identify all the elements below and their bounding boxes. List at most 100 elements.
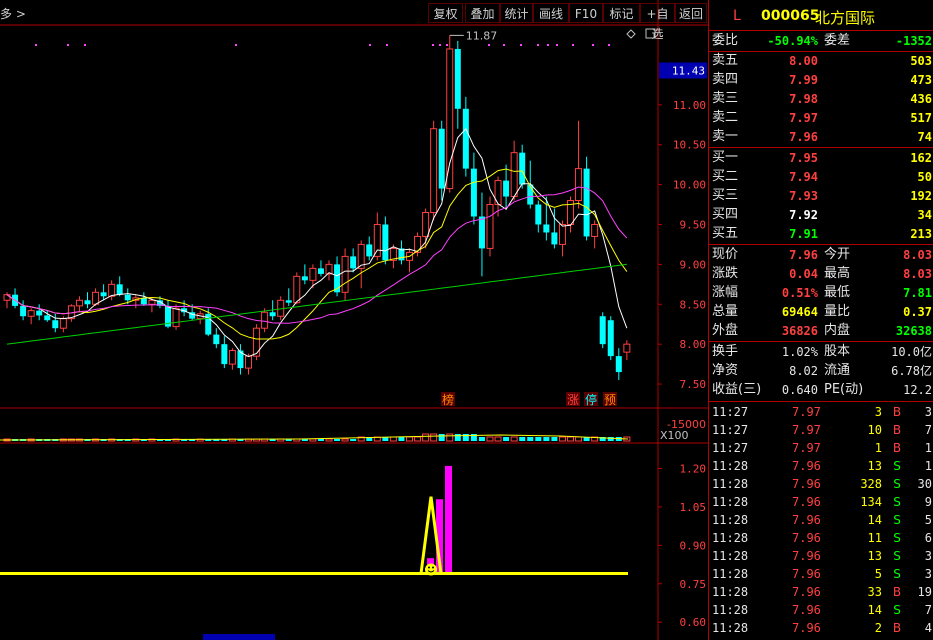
kline-chart[interactable]: 11.00 10.50 10.00 9.50 9.00 8.50 8.00 7.50 11.43… bbox=[0, 0, 708, 640]
tick-volume: 14 bbox=[867, 603, 882, 617]
candle-body bbox=[535, 204, 542, 225]
ask-price: 7.98 bbox=[789, 92, 818, 106]
candle-body bbox=[478, 216, 485, 249]
volume-bar bbox=[454, 434, 461, 441]
toolbar-button-7[interactable]: 返回 bbox=[675, 3, 707, 23]
bid-row: 买二 7.94 50 bbox=[712, 168, 932, 186]
volume-bar bbox=[341, 438, 349, 442]
toolbar-button-6[interactable]: +自选 bbox=[640, 3, 675, 41]
candle-body bbox=[430, 128, 438, 214]
stat-label: 总量 bbox=[712, 304, 739, 319]
tick-side: B bbox=[892, 441, 902, 455]
toolbar-button-1[interactable]: 叠加 bbox=[465, 3, 500, 23]
ask-label: 卖四 bbox=[712, 72, 739, 87]
fin-label-2: 流通 bbox=[824, 363, 851, 378]
bid-price: 7.95 bbox=[789, 151, 818, 165]
volume-bar bbox=[350, 439, 357, 441]
ind-axis-label: 1.20 bbox=[680, 462, 707, 475]
candle-body bbox=[84, 300, 91, 305]
bid-volume: 162 bbox=[910, 151, 932, 165]
ask-volume: 517 bbox=[910, 111, 932, 125]
tick-count: 3 bbox=[924, 405, 932, 419]
stat-value-2: 8.03 bbox=[903, 267, 932, 281]
signal-dot bbox=[488, 44, 490, 46]
toolbar-button-5[interactable]: 标记 bbox=[603, 3, 640, 23]
candle-body bbox=[75, 299, 83, 307]
signal-dot bbox=[84, 44, 86, 46]
candle-body bbox=[172, 307, 180, 328]
toolbar-button-3[interactable]: 画线 bbox=[533, 3, 569, 23]
fin-row: 净资 8.02 流通 6.78亿 bbox=[712, 362, 932, 380]
stat-value: 0.04 bbox=[789, 267, 818, 281]
ask-price: 7.99 bbox=[789, 73, 818, 87]
tick-volume: 13 bbox=[867, 549, 882, 563]
ask-label: 卖五 bbox=[712, 53, 739, 68]
weibi-label: 委比 bbox=[712, 33, 739, 48]
signal-dot bbox=[537, 44, 539, 46]
tick-side: S bbox=[893, 477, 901, 491]
stat-label: 现价 bbox=[712, 247, 739, 262]
tick-side: B bbox=[892, 423, 902, 437]
tick-side: B bbox=[892, 621, 902, 635]
candle-body bbox=[438, 128, 445, 189]
tick-volume: 13 bbox=[867, 459, 882, 473]
price-axis-label: 10.00 bbox=[673, 179, 706, 192]
candle-body bbox=[317, 268, 324, 274]
tick-side: S bbox=[893, 567, 901, 581]
bid-price: 7.93 bbox=[789, 189, 818, 203]
candle-body bbox=[575, 168, 583, 202]
candle-body bbox=[20, 305, 27, 317]
chart-area[interactable]: 11.00 10.50 10.00 9.50 9.00 8.50 8.00 7.50 11.43… bbox=[0, 0, 708, 640]
ask-label: 卖一 bbox=[712, 129, 739, 144]
volume-bar bbox=[494, 436, 502, 442]
candle-body bbox=[422, 212, 430, 237]
volume-bar bbox=[414, 436, 422, 442]
candle-body bbox=[245, 355, 252, 369]
toolbar-button-0[interactable]: 复权 bbox=[428, 3, 463, 23]
fin-value-2: 10.0亿 bbox=[891, 345, 932, 359]
ask-bid-separator bbox=[709, 147, 933, 148]
toolbar-button-4[interactable]: F10 bbox=[569, 3, 603, 23]
bid-row: 买三 7.93 192 bbox=[712, 187, 932, 205]
candle-body bbox=[350, 256, 357, 269]
tick-side: S bbox=[893, 513, 901, 527]
candle-body bbox=[558, 223, 566, 245]
volume-bar bbox=[535, 437, 542, 441]
tick-volume: 11 bbox=[867, 531, 882, 545]
stat-row: 外盘 36826 内盘 32638 bbox=[712, 322, 932, 340]
volume-bar bbox=[325, 438, 333, 442]
fin-value-2: 12.2 bbox=[903, 383, 932, 397]
ask-row: 卖五 8.00 503 bbox=[712, 52, 932, 70]
volume-bar bbox=[567, 436, 574, 442]
price-axis-label: 8.50 bbox=[680, 298, 707, 311]
tick-volume: 1 bbox=[874, 441, 882, 455]
candle-body bbox=[59, 318, 67, 329]
candle-body bbox=[213, 334, 220, 345]
stat-label: 外盘 bbox=[712, 323, 739, 338]
ask-volume: 74 bbox=[917, 130, 932, 144]
tick-count: 3 bbox=[924, 549, 932, 563]
candle-body bbox=[454, 48, 461, 109]
stock-code: 000065 bbox=[761, 8, 820, 24]
price-axis-label: 11.00 bbox=[673, 99, 706, 112]
tick-row: 11:28 7.96 13 S 3 bbox=[712, 547, 932, 565]
candle-body bbox=[382, 224, 389, 261]
ask-volume: 473 bbox=[910, 73, 932, 87]
stat-label-2: 今开 bbox=[824, 247, 851, 262]
tick-row: 11:27 7.97 1 B 1 bbox=[712, 439, 932, 457]
signal-dot bbox=[608, 44, 610, 46]
volume-bar bbox=[510, 436, 518, 442]
candle-body bbox=[228, 350, 236, 365]
signal-dot bbox=[556, 44, 558, 46]
ma-line-10 bbox=[6, 168, 628, 340]
candle-body bbox=[100, 292, 107, 297]
date-cursor-box bbox=[203, 634, 275, 640]
volume-bar bbox=[389, 436, 397, 442]
badge-yu: 预 bbox=[604, 393, 616, 407]
ask-row: 卖三 7.98 436 bbox=[712, 90, 932, 108]
toolbar-button-2[interactable]: 统计 bbox=[500, 3, 533, 23]
bid-label: 买四 bbox=[712, 207, 739, 222]
bid-price: 7.94 bbox=[789, 170, 818, 184]
ind-axis-label: 0.60 bbox=[680, 616, 707, 629]
price-axis-label: 10.50 bbox=[673, 139, 706, 152]
